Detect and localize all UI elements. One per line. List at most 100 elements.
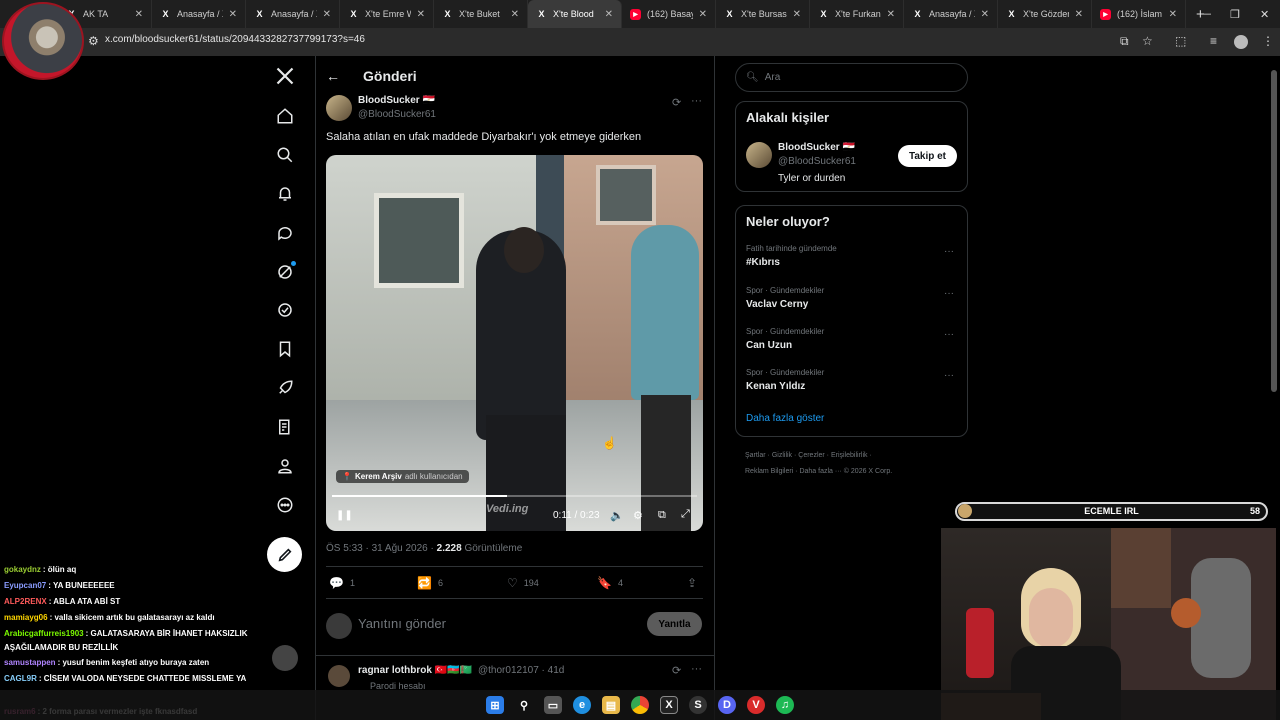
reply-button[interactable]: Yanıtla xyxy=(647,612,702,636)
verified-icon[interactable] xyxy=(272,297,298,323)
site-info-icon[interactable]: ⚙ xyxy=(88,34,99,48)
close-tab-icon[interactable]: ✕ xyxy=(981,9,989,20)
spotify-icon[interactable]: ♫ xyxy=(776,696,794,714)
minimize-icon[interactable]: — xyxy=(1200,8,1211,20)
taskbar-search-icon[interactable]: ⚲ xyxy=(515,696,533,714)
browser-tab[interactable]: X Anasayfa / X ✕ xyxy=(904,0,998,28)
bookmarks-icon[interactable] xyxy=(272,336,298,362)
trend-more-icon[interactable]: ··· xyxy=(944,370,954,381)
author-name[interactable]: BloodSucker 🇪🇬 xyxy=(358,95,435,106)
share-icon[interactable]: ⇪ xyxy=(687,576,697,590)
browser-tab[interactable]: X X'te Gözden ✕ xyxy=(998,0,1092,28)
trend-name[interactable]: Vaclav Cerny xyxy=(746,299,808,310)
close-tab-icon[interactable]: ✕ xyxy=(1075,9,1083,20)
messages-icon[interactable] xyxy=(272,220,298,246)
browser-tab[interactable]: X X'te Bursasp ✕ xyxy=(716,0,810,28)
chat-username[interactable]: Eyupcan07 xyxy=(4,581,46,590)
browser-tab[interactable]: X X'te Buket ✕ xyxy=(434,0,528,28)
reply-grok-icon[interactable]: ⟳ xyxy=(672,664,681,677)
pause-icon[interactable]: ❚❚ xyxy=(336,510,353,521)
edge-icon[interactable]: e xyxy=(573,696,591,714)
url-field[interactable]: x.com/bloodsucker61/status/2094433282737… xyxy=(105,34,365,45)
search-input[interactable]: 🔍︎ Ara xyxy=(735,63,968,92)
close-tab-icon[interactable]: ✕ xyxy=(1169,9,1177,20)
x-logo-icon[interactable] xyxy=(272,63,298,89)
close-tab-icon[interactable]: ✕ xyxy=(793,9,801,20)
footer-links[interactable]: Şartlar · Gizlilik · Çerezler · Erişileb… xyxy=(745,452,872,459)
close-tab-icon[interactable]: ✕ xyxy=(417,9,425,20)
close-tab-icon[interactable]: ✕ xyxy=(887,9,895,20)
notifications-icon[interactable] xyxy=(272,181,298,207)
video-attribution-tag[interactable]: 📍 Kerem Arşiv adlı kullanıcıdan xyxy=(336,470,469,483)
video-player[interactable]: 📍 Kerem Arşiv adlı kullanıcıdan Vedi.ing… xyxy=(326,155,703,531)
close-tab-icon[interactable]: ✕ xyxy=(135,9,143,20)
more-icon[interactable] xyxy=(272,492,298,518)
browser-tab[interactable]: X X'te Furkan ✕ xyxy=(810,0,904,28)
reply-author-avatar[interactable] xyxy=(328,665,350,687)
file-explorer-icon[interactable]: ▤ xyxy=(602,696,620,714)
close-tab-icon[interactable]: ✕ xyxy=(229,9,237,20)
close-tab-icon[interactable]: ✕ xyxy=(511,9,519,20)
maximize-icon[interactable]: ❐ xyxy=(1230,8,1240,21)
search-icon[interactable] xyxy=(272,142,298,168)
close-window-icon[interactable]: ✕ xyxy=(1260,8,1269,21)
close-tab-icon[interactable]: ✕ xyxy=(323,9,331,20)
settings-icon[interactable]: ⚙ xyxy=(633,509,643,522)
follow-button[interactable]: Takip et xyxy=(898,145,957,167)
video-progress-track[interactable] xyxy=(332,495,697,497)
media-control-icon[interactable]: ≡ xyxy=(1210,34,1217,48)
fullscreen-icon[interactable]: ⤢ xyxy=(681,508,690,521)
browser-tab[interactable]: X Anasayfa / X ✕ xyxy=(152,0,246,28)
trend-name[interactable]: Kenan Yıldız xyxy=(746,381,805,392)
start-icon[interactable]: ⊞ xyxy=(486,696,504,714)
grok-icon[interactable] xyxy=(272,259,298,285)
person-name[interactable]: BloodSucker 🇪🇬 xyxy=(778,142,855,153)
trend-more-icon[interactable]: ··· xyxy=(944,329,954,340)
reply-input[interactable]: Yanıtını gönder xyxy=(358,616,446,631)
rocket-icon[interactable] xyxy=(272,375,298,401)
person-avatar[interactable] xyxy=(746,142,772,168)
menu-icon[interactable]: ⋮ xyxy=(1262,34,1274,48)
browser-tab[interactable]: ▶ (162) İslam ✕ xyxy=(1092,0,1186,28)
cast-icon[interactable]: ⧉ xyxy=(1120,34,1129,49)
chat-username[interactable]: ALP2RENX xyxy=(4,597,47,606)
author-handle[interactable]: @BloodSucker61 xyxy=(358,109,436,120)
picture-in-picture-icon[interactable]: ⧉ xyxy=(658,509,666,522)
chrome-icon[interactable] xyxy=(631,696,649,714)
bookmark-star-icon[interactable]: ☆ xyxy=(1142,34,1153,48)
reply-more-icon[interactable]: ··· xyxy=(691,663,702,675)
chat-username[interactable]: gokaydnz xyxy=(4,565,41,574)
profile-icon[interactable] xyxy=(1234,35,1248,49)
extensions-icon[interactable]: ⬚ xyxy=(1175,34,1186,48)
chat-username[interactable]: samustappen xyxy=(4,658,56,667)
chat-username[interactable]: Arabicgaffurreis1903 xyxy=(4,629,84,638)
close-tab-icon[interactable]: ✕ xyxy=(699,9,707,20)
browser-tab[interactable]: ▶ (162) Basay ✕ xyxy=(622,0,716,28)
like-action[interactable]: ♡ 194 xyxy=(507,576,539,590)
home-icon[interactable] xyxy=(272,103,298,129)
author-avatar[interactable] xyxy=(326,95,352,121)
post-more-icon[interactable]: ··· xyxy=(691,95,702,107)
footer-links-2[interactable]: Reklam Bilgileri · Daha fazla ··· © 2026… xyxy=(745,468,892,475)
post-time[interactable]: ÖS 5:33 · 31 Ağu 2026 · xyxy=(326,543,434,554)
page-scrollbar[interactable] xyxy=(1271,70,1277,392)
close-tab-icon[interactable]: ✕ xyxy=(605,9,613,20)
discord-icon[interactable]: D xyxy=(718,696,736,714)
trend-more-icon[interactable]: ··· xyxy=(944,246,954,257)
show-more-link[interactable]: Daha fazla göster xyxy=(746,413,824,424)
back-arrow-icon[interactable]: ← xyxy=(326,68,340,84)
chat-username[interactable]: mamiayg06 xyxy=(4,613,48,622)
x-app-icon[interactable]: X xyxy=(660,696,678,714)
compose-post-button[interactable] xyxy=(267,537,302,572)
trend-name[interactable]: Can Uzun xyxy=(746,340,792,351)
trend-more-icon[interactable]: ··· xyxy=(944,288,954,299)
chat-username[interactable]: CAGL9R xyxy=(4,674,37,683)
profile-nav-icon[interactable] xyxy=(272,453,298,479)
grok-explain-icon[interactable]: ⟳ xyxy=(672,96,681,109)
steam-icon[interactable]: S xyxy=(689,696,707,714)
bookmark-action[interactable]: 🔖 4 xyxy=(597,576,623,590)
valorant-icon[interactable]: V xyxy=(747,696,765,714)
browser-tab[interactable]: X X'te Blood ✕ xyxy=(528,0,622,28)
volume-icon[interactable]: 🔈 xyxy=(610,509,624,522)
lists-icon[interactable] xyxy=(272,414,298,440)
